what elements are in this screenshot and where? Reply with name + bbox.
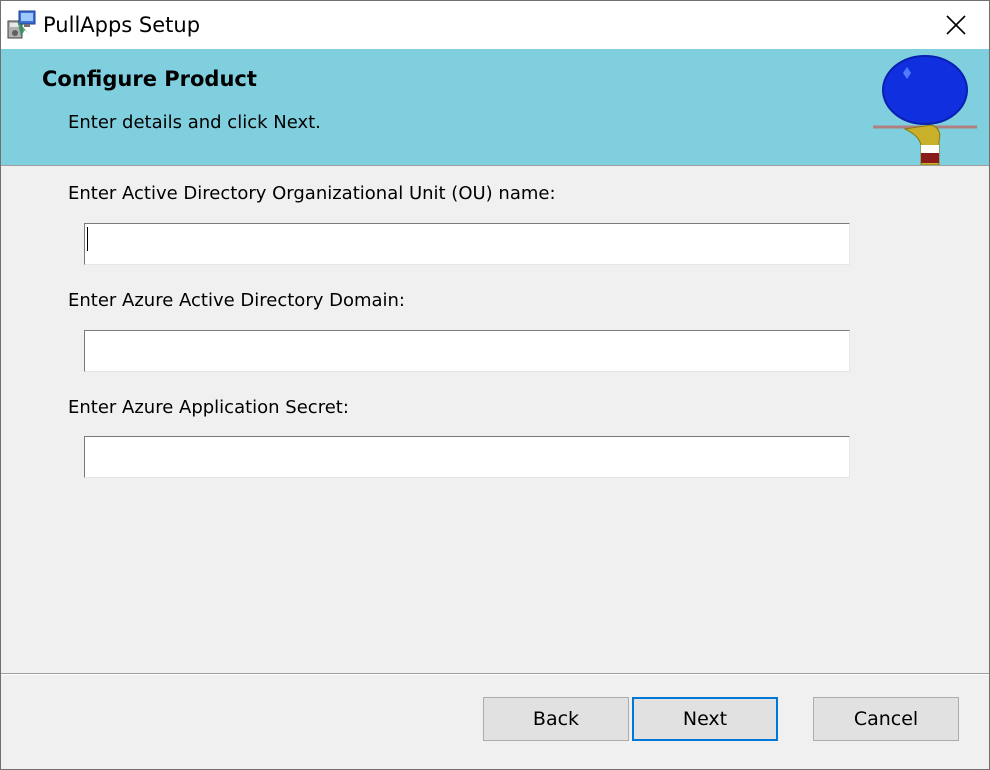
ou-name-label: Enter Active Directory Organizational Un… [68, 183, 556, 204]
cancel-button[interactable]: Cancel [813, 697, 959, 741]
text-caret [87, 227, 88, 251]
next-button[interactable]: Next [632, 697, 778, 741]
azure-domain-input[interactable] [84, 330, 850, 372]
app-secret-label: Enter Azure Application Secret: [68, 397, 349, 418]
footer-divider [1, 673, 989, 675]
page-title: Configure Product [42, 67, 257, 91]
setup-globe-icon [869, 53, 981, 166]
azure-domain-label: Enter Azure Active Directory Domain: [68, 290, 405, 311]
back-button[interactable]: Back [483, 697, 629, 741]
page-subtitle: Enter details and click Next. [68, 112, 321, 133]
window-title: PullApps Setup [43, 13, 201, 37]
close-icon [946, 15, 966, 35]
installer-icon [7, 10, 37, 40]
header-banner: Configure Product Enter details and clic… [1, 49, 989, 166]
title-bar: PullApps Setup [1, 1, 989, 49]
app-secret-input[interactable] [84, 436, 850, 478]
setup-window: PullApps Setup Configure Product Enter d… [0, 0, 990, 770]
close-button[interactable] [923, 1, 989, 49]
ou-name-input[interactable] [84, 223, 850, 265]
